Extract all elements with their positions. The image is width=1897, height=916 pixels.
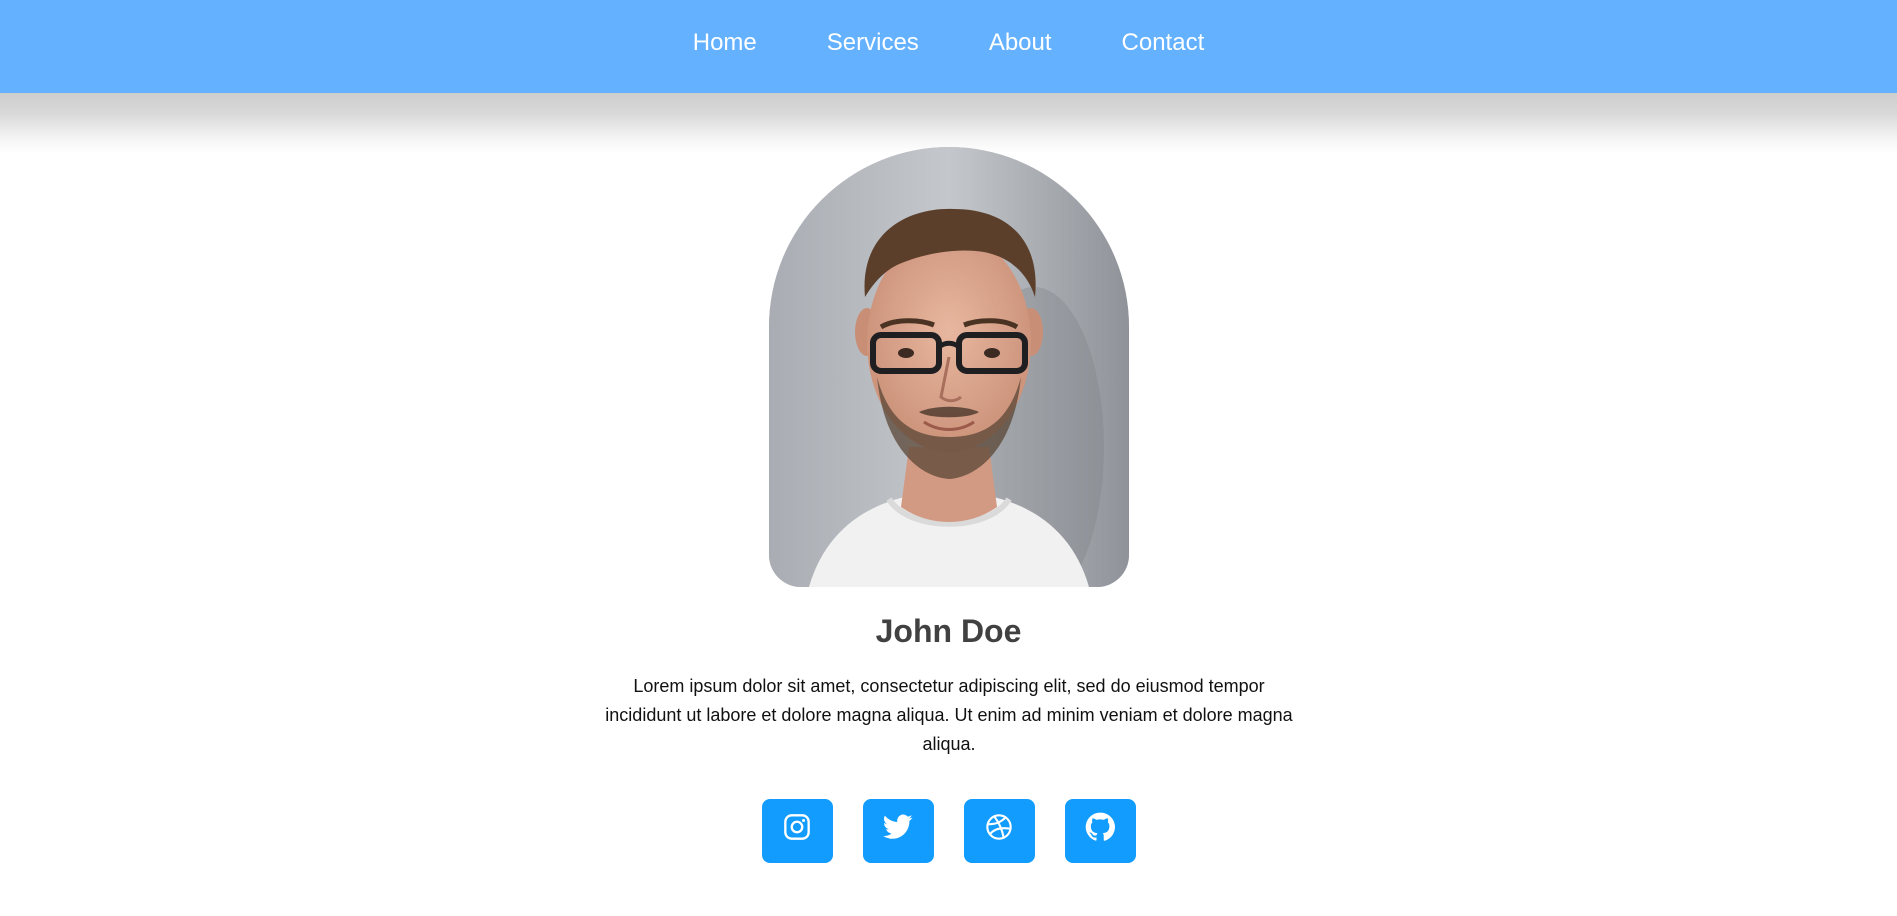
- nav-link-contact[interactable]: Contact: [1122, 29, 1205, 57]
- instagram-icon: [784, 814, 810, 840]
- twitter-icon: [883, 814, 913, 839]
- profile-photo-illustration: [769, 147, 1129, 587]
- profile-photo: [769, 147, 1129, 587]
- nav-link-services[interactable]: Services: [827, 29, 919, 57]
- social-links: [0, 799, 1897, 863]
- profile-name: John Doe: [875, 613, 1022, 649]
- navbar: Home Services About Contact: [0, 0, 1897, 93]
- navbar-shadow: [0, 93, 1897, 153]
- nav-link-home[interactable]: Home: [693, 29, 757, 57]
- profile-bio: Lorem ipsum dolor sit amet, consectetur …: [605, 676, 1293, 754]
- nav-link-about[interactable]: About: [989, 29, 1052, 57]
- dribbble-button[interactable]: [963, 799, 1035, 863]
- github-icon: [1085, 812, 1115, 841]
- nav-menu: Home Services About Contact: [0, 0, 1897, 86]
- instagram-button[interactable]: [761, 799, 833, 863]
- github-button[interactable]: [1064, 799, 1136, 863]
- twitter-button[interactable]: [862, 799, 934, 863]
- dribbble-icon: [986, 814, 1012, 840]
